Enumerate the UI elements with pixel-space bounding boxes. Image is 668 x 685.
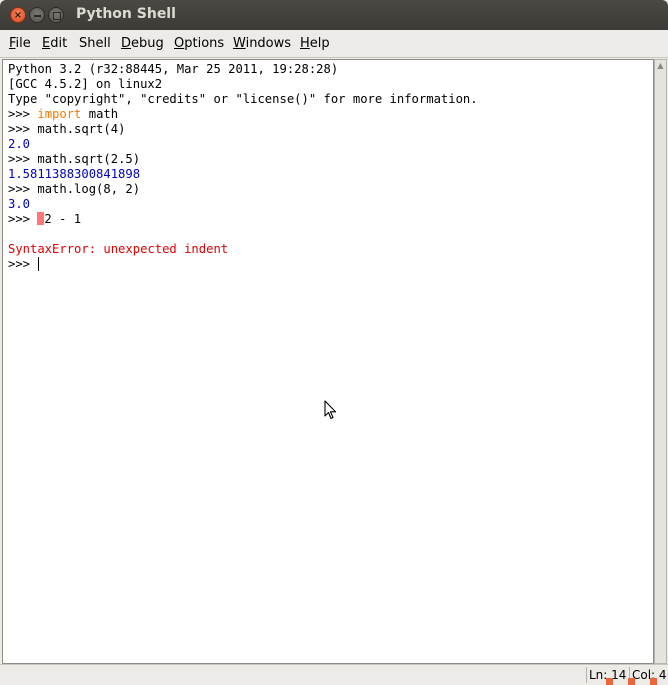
shell-prompt: >>>: [8, 212, 38, 226]
menu-file[interactable]: File: [9, 36, 31, 51]
grip-dot: [628, 678, 635, 685]
grip-dot: [606, 678, 613, 685]
menu-shell[interactable]: Shell: [79, 36, 111, 51]
shell-text: Python 3.2 (r32:88445, Mar 25 2011, 19:2…: [8, 62, 339, 76]
keyword-text: import: [37, 107, 82, 121]
title-bar[interactable]: × Python Shell: [0, 0, 668, 30]
shell-line: >>> 2 - 1: [8, 212, 478, 227]
shell-text: Type "copyright", "credits" or "license(…: [8, 92, 478, 106]
shell-prompt: >>>: [8, 107, 38, 121]
shell-prompt: >>>: [8, 122, 38, 136]
shell-line: [GCC 4.5.2] on linux2: [8, 77, 478, 92]
shell-prompt: >>>: [8, 152, 38, 166]
status-bar: Ln: 14 Col: 4: [0, 664, 668, 685]
shell-text: [GCC 4.5.2] on linux2: [8, 77, 163, 91]
menu-bar: File Edit Shell Debug Options Windows He…: [0, 30, 668, 58]
shell-text: 2 - 1: [44, 212, 82, 226]
shell-line: >>>: [8, 257, 478, 272]
shell-line: Type "copyright", "credits" or "license(…: [8, 92, 478, 107]
menu-windows[interactable]: Windows: [233, 36, 291, 51]
mouse-pointer-icon: [324, 400, 337, 420]
close-window-button[interactable]: ×: [10, 7, 26, 23]
maximize-icon: [53, 12, 61, 20]
shell-line: >>> math.sqrt(4): [8, 122, 478, 137]
menu-edit[interactable]: Edit: [42, 36, 67, 51]
shell-line: 3.0: [8, 197, 478, 212]
shell-line: >>> math.log(8, 2): [8, 182, 478, 197]
window-title: Python Shell: [76, 6, 176, 22]
output-text: 2.0: [8, 137, 31, 151]
shell-line: Python 3.2 (r32:88445, Mar 25 2011, 19:2…: [8, 62, 478, 77]
resize-grip[interactable]: [604, 677, 664, 685]
shell-line: >>> import math: [8, 107, 478, 122]
shell-text: math.sqrt(4): [37, 122, 126, 136]
shell-line: >>> math.sqrt(2.5): [8, 152, 478, 167]
text-cursor: [38, 257, 40, 271]
output-text: 1.5811388300841898: [8, 167, 141, 181]
minimize-window-button[interactable]: [29, 7, 45, 23]
shell-prompt: >>>: [8, 182, 38, 196]
shell-text: math.sqrt(2.5): [37, 152, 141, 166]
grip-dot: [650, 678, 657, 685]
scroll-up-arrow-icon[interactable]: ▲: [656, 61, 665, 71]
shell-text: math.log(8, 2): [37, 182, 141, 196]
shell-text-area[interactable]: Python 3.2 (r32:88445, Mar 25 2011, 19:2…: [2, 59, 654, 664]
close-icon: ×: [13, 10, 23, 21]
menu-options[interactable]: Options: [174, 36, 224, 51]
vertical-scrollbar[interactable]: ▲: [654, 59, 667, 664]
minimize-icon: [34, 15, 41, 17]
shell-line: 2.0: [8, 137, 478, 152]
output-text: 3.0: [8, 197, 31, 211]
python-shell-window: × Python Shell File Edit Shell Debug Opt…: [0, 0, 668, 685]
shell-line: 1.5811388300841898: [8, 167, 478, 182]
maximize-window-button[interactable]: [48, 7, 64, 23]
shell-text: math: [81, 107, 119, 121]
error-message: SyntaxError: unexpected indent: [8, 242, 229, 256]
menu-debug[interactable]: Debug: [121, 36, 164, 51]
shell-output[interactable]: Python 3.2 (r32:88445, Mar 25 2011, 19:2…: [8, 62, 478, 272]
shell-line: SyntaxError: unexpected indent: [8, 242, 478, 257]
shell-prompt: >>>: [8, 257, 38, 271]
menu-help[interactable]: Help: [300, 36, 330, 51]
